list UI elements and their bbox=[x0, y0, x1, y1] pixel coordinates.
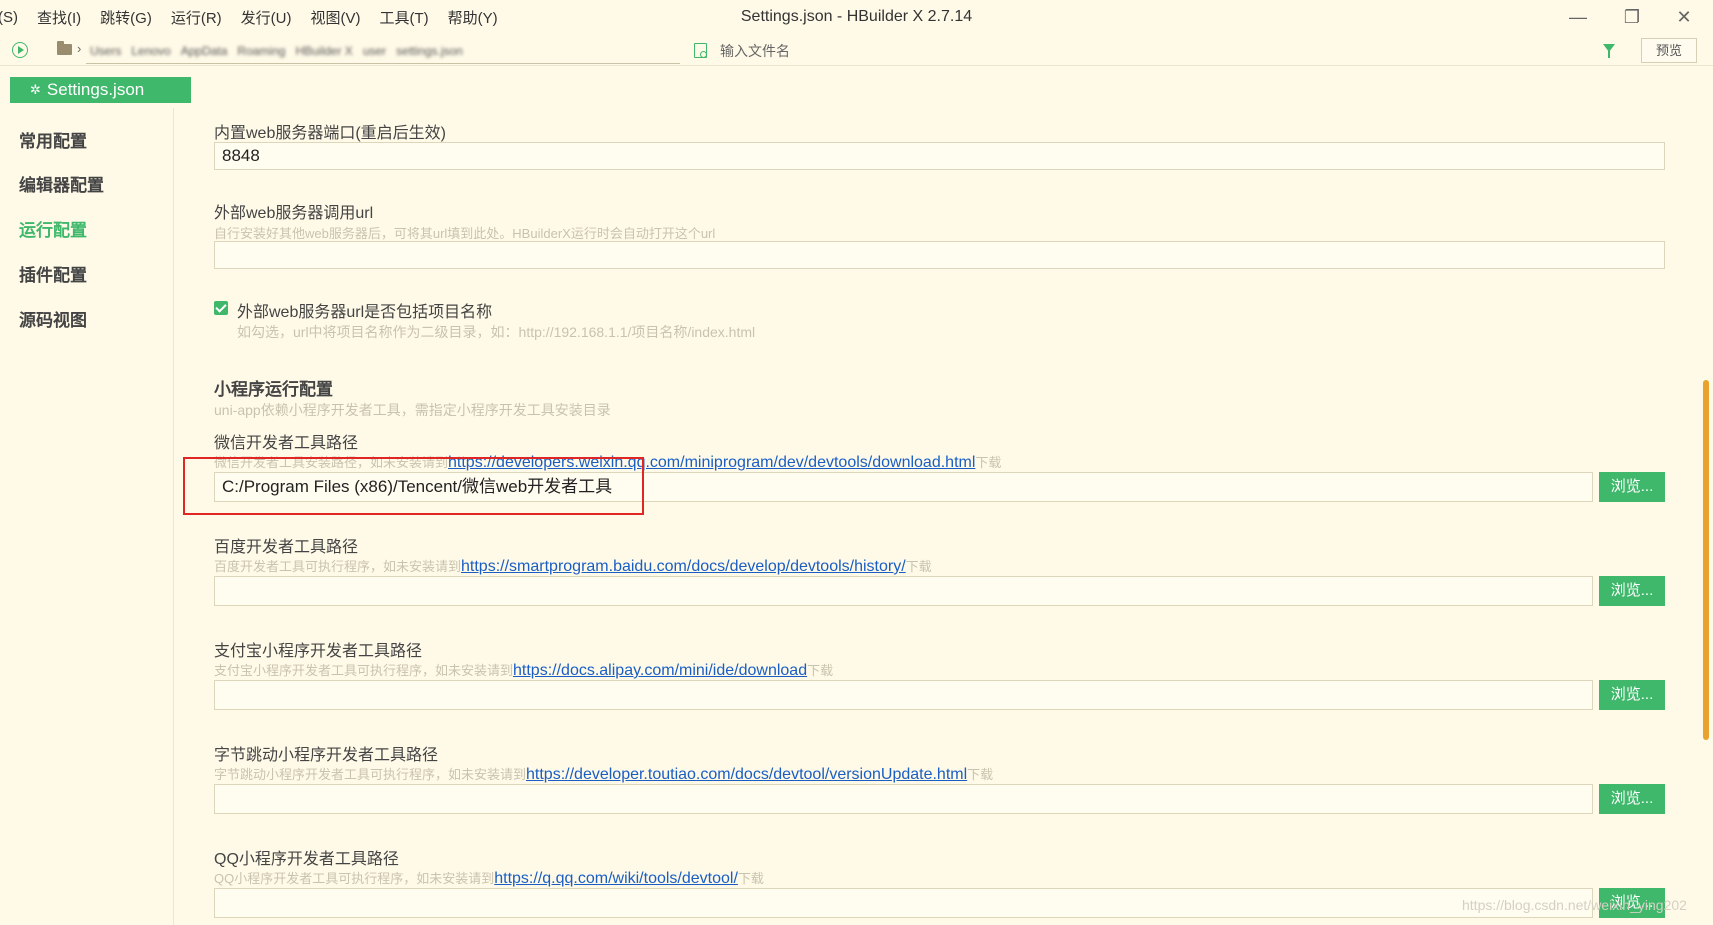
preview-button[interactable]: 预览 bbox=[1641, 38, 1697, 63]
baidu-browse-button[interactable]: 浏览... bbox=[1599, 576, 1665, 606]
sidebar-item-general[interactable]: 常用配置 bbox=[19, 127, 87, 152]
menu-item-help[interactable]: 帮助(Y) bbox=[448, 7, 498, 28]
sidebar-item-source-view[interactable]: 源码视图 bbox=[19, 306, 87, 331]
breadcrumb-item[interactable]: HBuilder X bbox=[295, 44, 352, 58]
menu-item-tools[interactable]: 工具(T) bbox=[380, 7, 429, 28]
miniprogram-section-title: 小程序运行配置 bbox=[214, 380, 333, 399]
file-search-icon bbox=[694, 43, 707, 58]
file-search-input[interactable] bbox=[720, 40, 1590, 62]
alipay-browse-button[interactable]: 浏览... bbox=[1599, 680, 1665, 710]
close-icon[interactable]: ✕ bbox=[1660, 0, 1708, 34]
menu-item-search[interactable]: (S) bbox=[0, 9, 18, 26]
breadcrumb-underline bbox=[86, 63, 680, 64]
menu-bar: (S) 查找(I) 跳转(G) 运行(R) 发行(U) 视图(V) 工具(T) … bbox=[0, 0, 1713, 34]
alipay-tool-path-input[interactable] bbox=[214, 680, 1593, 710]
qq-download-link[interactable]: https://q.qq.com/wiki/tools/devtool/ bbox=[494, 870, 738, 887]
web-port-label: 内置web服务器端口(重启后生效) bbox=[214, 125, 447, 142]
baidu-tool-label: 百度开发者工具路径 bbox=[214, 539, 359, 556]
breadcrumb-item[interactable]: Lenovo bbox=[131, 44, 170, 58]
web-url-label: 外部web服务器调用url bbox=[214, 205, 374, 222]
sidebar-item-plugins[interactable]: 插件配置 bbox=[19, 261, 87, 286]
wechat-tool-label: 微信开发者工具路径 bbox=[214, 435, 359, 452]
breadcrumb-item[interactable]: AppData bbox=[181, 44, 228, 58]
breadcrumb-item[interactable]: user bbox=[363, 44, 386, 58]
include-project-name-desc: 如勾选，url中将项目名称作为二级目录，如：http://192.168.1.1… bbox=[237, 324, 756, 340]
file-tab-label: Settings.json bbox=[46, 80, 145, 99]
include-project-name-label[interactable]: 外部web服务器url是否包括项目名称 bbox=[237, 298, 492, 322]
maximize-icon[interactable]: ❐ bbox=[1608, 0, 1656, 34]
web-url-input[interactable] bbox=[214, 241, 1665, 269]
sidebar-item-editor[interactable]: 编辑器配置 bbox=[19, 171, 104, 196]
menu-item-publish[interactable]: 发行(U) bbox=[241, 7, 292, 28]
toutiao-browse-button[interactable]: 浏览... bbox=[1599, 784, 1665, 814]
baidu-tool-desc: 百度开发者工具可执行程序，如未安装请到https://smartprogram.… bbox=[214, 558, 932, 575]
chevron-right-icon: › bbox=[77, 41, 82, 56]
include-project-name-checkbox[interactable] bbox=[214, 301, 228, 315]
sidebar-item-run[interactable]: 运行配置 bbox=[19, 216, 87, 241]
toutiao-download-link[interactable]: https://developer.toutiao.com/docs/devto… bbox=[526, 766, 967, 783]
run-icon[interactable] bbox=[12, 42, 28, 58]
file-tab-settings[interactable]: ✲ Settings.json bbox=[10, 77, 191, 103]
toutiao-tool-path-input[interactable] bbox=[214, 784, 1593, 814]
breadcrumb[interactable]: Users Lenovo AppData Roaming HBuilder X … bbox=[90, 42, 680, 60]
wechat-browse-button[interactable]: 浏览... bbox=[1599, 472, 1665, 502]
toutiao-tool-desc: 字节跳动小程序开发者工具可执行程序，如未安装请到https://develope… bbox=[214, 766, 994, 783]
miniprogram-section-desc: uni-app依赖小程序开发者工具，需指定小程序开发工具安装目录 bbox=[214, 402, 611, 418]
menu-item-view[interactable]: 视图(V) bbox=[311, 7, 361, 28]
qq-tool-path-input[interactable] bbox=[214, 888, 1593, 918]
menu-item-find[interactable]: 查找(I) bbox=[37, 7, 81, 28]
settings-sidebar: 常用配置 编辑器配置 运行配置 插件配置 源码视图 bbox=[0, 108, 174, 925]
baidu-tool-path-input[interactable] bbox=[214, 576, 1593, 606]
qq-tool-desc: QQ小程序开发者工具可执行程序，如未安装请到https://q.qq.com/w… bbox=[214, 870, 764, 887]
folder-icon bbox=[57, 41, 72, 55]
breadcrumb-item[interactable]: Roaming bbox=[237, 44, 285, 58]
vertical-scrollbar[interactable] bbox=[1703, 380, 1709, 740]
baidu-download-link[interactable]: https://smartprogram.baidu.com/docs/deve… bbox=[461, 558, 906, 575]
alipay-tool-desc: 支付宝小程序开发者工具可执行程序，如未安装请到https://docs.alip… bbox=[214, 662, 834, 679]
settings-panel: 内置web服务器端口(重启后生效) 8848 外部web服务器调用url 自行安… bbox=[183, 108, 1684, 925]
qq-tool-label: QQ小程序开发者工具路径 bbox=[214, 851, 399, 868]
web-url-desc: 自行安装好其他web服务器后，可将其url填到此处。HBuilderX运行时会自… bbox=[214, 226, 716, 241]
breadcrumb-item[interactable]: settings.json bbox=[396, 44, 463, 58]
watermark: https://blog.csdn.net/weixin_ying202 bbox=[1462, 897, 1687, 913]
highlight-box bbox=[183, 457, 644, 515]
filter-icon[interactable] bbox=[1603, 44, 1615, 58]
web-port-input[interactable]: 8848 bbox=[214, 142, 1665, 170]
gear-icon: ✲ bbox=[30, 82, 41, 97]
toolbar: › Users Lenovo AppData Roaming HBuilder … bbox=[0, 36, 1713, 66]
menu-item-goto[interactable]: 跳转(G) bbox=[100, 7, 152, 28]
menu-item-run[interactable]: 运行(R) bbox=[171, 7, 222, 28]
alipay-download-link[interactable]: https://docs.alipay.com/mini/ide/downloa… bbox=[513, 662, 807, 679]
breadcrumb-item[interactable]: Users bbox=[90, 44, 121, 58]
alipay-tool-label: 支付宝小程序开发者工具路径 bbox=[214, 643, 423, 660]
toutiao-tool-label: 字节跳动小程序开发者工具路径 bbox=[214, 747, 439, 764]
minimize-icon[interactable]: — bbox=[1554, 0, 1602, 34]
